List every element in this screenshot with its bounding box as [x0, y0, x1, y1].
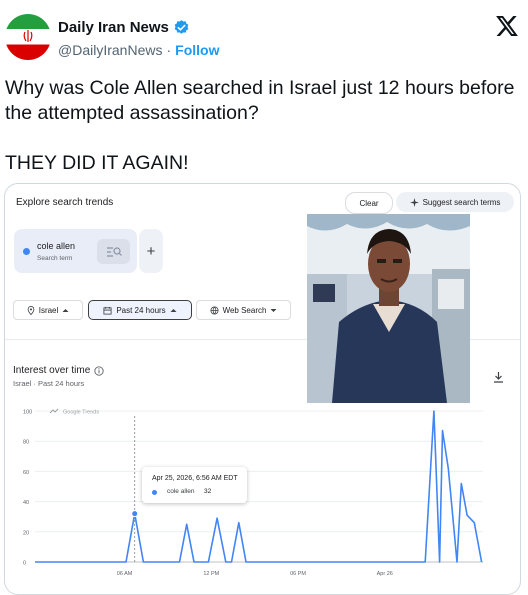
display-name[interactable]: Daily Iran News [58, 19, 169, 36]
dropdown-arrow-icon [62, 308, 69, 312]
tooltip-value: 32 [204, 488, 212, 495]
author-name-row: Daily Iran News [58, 19, 190, 36]
term-name: cole allen [37, 241, 76, 251]
tooltip-series-dot [152, 490, 157, 495]
series-color-dot [23, 248, 30, 255]
tooltip-term: cole allen [167, 488, 195, 495]
tooltip-date: Apr 25, 2026, 6:56 AM EDT [152, 475, 238, 482]
add-term-button[interactable]: + [139, 229, 163, 273]
tweet-media[interactable]: Explore search trends Clear Suggest sear… [4, 183, 521, 595]
y-tick-label: 40 [23, 500, 29, 506]
tweet-text-line-2: THEY DID IT AGAIN! [5, 152, 189, 174]
clear-label: Clear [359, 198, 379, 208]
time-filter[interactable]: Past 24 hours [88, 300, 192, 320]
sparkle-icon [409, 197, 419, 207]
dropdown-arrow-icon [270, 308, 277, 312]
location-label: Israel [38, 305, 59, 315]
iran-emblem-icon [23, 30, 33, 42]
handle[interactable]: @DailyIranNews [58, 42, 162, 58]
interest-subtitle: Israel · Past 24 hours [13, 379, 85, 388]
term-subtitle: Search term [37, 255, 73, 262]
chart-tooltip: Apr 25, 2026, 6:56 AM EDT cole allen 32 [142, 467, 247, 503]
download-icon[interactable] [493, 370, 504, 388]
x-logo-icon[interactable] [496, 16, 518, 41]
search-type-filter[interactable]: Web Search [196, 300, 291, 320]
interest-chart[interactable]: 100 80 60 40 20 0 Google Trends 06 AM 12 PM 06 PM… [5, 400, 520, 594]
avatar[interactable] [5, 14, 51, 60]
search-term-card[interactable]: cole allen Search term [14, 229, 137, 273]
google-trends-watermark: Google Trends [63, 410, 99, 416]
x-tick-label: 12 PM [203, 571, 219, 577]
info-icon[interactable] [94, 365, 104, 376]
x-tick-label: 06 PM [290, 571, 306, 577]
suggest-terms-button[interactable]: Suggest search terms [396, 192, 514, 212]
person-photo [307, 214, 470, 403]
series-line-cole-allen [35, 410, 483, 563]
tweet-text-line-1: Why was Cole Allen searched in Israel ju… [5, 77, 515, 124]
clear-button[interactable]: Clear [345, 192, 393, 214]
suggest-label: Suggest search terms [422, 197, 501, 207]
location-pin-icon [27, 305, 35, 315]
y-tick-label: 100 [23, 410, 32, 416]
verified-badge-icon [173, 19, 190, 36]
y-tick-label: 60 [23, 470, 29, 476]
x-tick-label: 06 AM [117, 571, 133, 577]
y-tick-label: 20 [23, 530, 29, 536]
calendar-icon [103, 306, 112, 315]
x-tick-label: Apr 26 [377, 571, 393, 577]
interest-title-text: Interest over time [13, 365, 91, 376]
add-term-label: + [146, 242, 156, 260]
explore-title: Explore search trends [16, 197, 114, 208]
time-label: Past 24 hours [116, 305, 166, 315]
tweet-text: Why was Cole Allen searched in Israel ju… [5, 76, 525, 176]
handle-row: @DailyIranNews · Follow [58, 42, 219, 58]
globe-icon [210, 305, 219, 315]
separator-dot: · [166, 42, 172, 58]
y-tick-label: 80 [23, 440, 29, 446]
term-search-icon[interactable] [97, 239, 130, 264]
location-filter[interactable]: Israel [13, 300, 83, 320]
search-type-label: Web Search [222, 305, 267, 315]
dropdown-arrow-icon [170, 308, 177, 312]
follow-button[interactable]: Follow [175, 42, 219, 58]
highlight-point [131, 510, 139, 518]
interest-over-time-title: Interest over time [13, 365, 104, 376]
y-tick-label: 0 [23, 561, 26, 567]
